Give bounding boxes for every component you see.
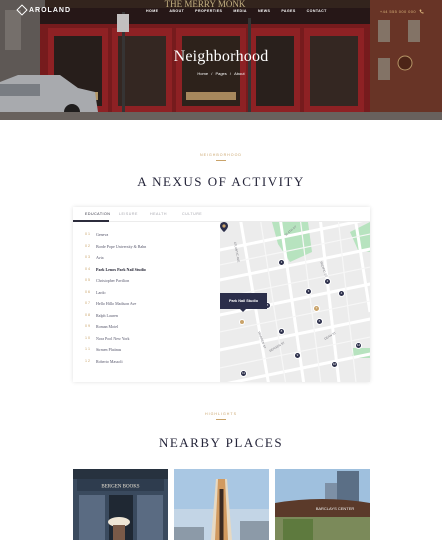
place-name: Borde Pope University & Bahn xyxy=(96,243,147,249)
site-logo[interactable]: AROLAND xyxy=(16,4,71,16)
place-name: Avia xyxy=(96,255,104,260)
map-pin[interactable]: 9 xyxy=(294,352,301,359)
place-number: 0 3 xyxy=(85,255,90,259)
breadcrumb-current: About xyxy=(234,71,245,76)
place-name: Nora Pool New York xyxy=(96,335,130,341)
place-name: Roman Motel xyxy=(96,324,119,329)
map-pin[interactable]: 8 xyxy=(278,328,285,335)
category-tabs: EDUCATION LEISURE HEALTH CULTURE xyxy=(73,207,370,222)
place-name: Hello Hillo Madison Ave xyxy=(96,301,137,306)
nearby-image: BERGEN BOOKS xyxy=(73,469,168,540)
place-name: Ralph Lauren xyxy=(96,312,118,318)
top-navigation: AROLAND HOME ABOUT PROPERTIES MEDIA NEWS… xyxy=(0,0,442,22)
breadcrumb: Home / Pages / About xyxy=(0,71,442,76)
place-number: 1 2 xyxy=(85,358,90,363)
eyebrow-divider xyxy=(216,419,226,420)
storefront-sign: BARCLAYS CENTER xyxy=(316,506,355,511)
place-number: 0 2 xyxy=(85,243,90,248)
place-name: Geneva xyxy=(96,232,109,237)
page-title: Neighborhood xyxy=(173,48,269,65)
neighborhood-title: A NEXUS OF ACTIVITY xyxy=(137,174,305,189)
place-name: Roberto Massoli xyxy=(96,358,123,364)
nav-item-contact[interactable]: CONTACT xyxy=(307,9,327,13)
breadcrumb-separator: / xyxy=(229,71,232,76)
breadcrumb-home[interactable]: Home xyxy=(197,71,208,76)
map-pin[interactable]: 12 xyxy=(355,342,362,349)
place-number: 0 4 xyxy=(85,266,90,271)
place-number: 0 6 xyxy=(85,289,90,294)
nearby-card-bookstore[interactable]: BERGEN BOOKS xyxy=(73,469,168,540)
tab-education[interactable]: EDUCATION xyxy=(85,212,110,216)
place-number: 0 1 xyxy=(85,232,90,236)
nav-item-pages[interactable]: PAGES xyxy=(281,9,295,13)
nearby-card-monument[interactable] xyxy=(174,469,269,540)
map-pin[interactable]: 10 xyxy=(331,361,338,368)
map-pin[interactable]: 11 xyxy=(240,370,247,377)
nav-item-properties[interactable]: PROPERTIES xyxy=(195,9,222,13)
place-name: Christopher Pavilion xyxy=(96,278,130,283)
nearby-title: NEARBY PLACES xyxy=(158,435,284,450)
place-number: 0 7 xyxy=(85,301,90,305)
phone-icon xyxy=(419,9,424,14)
map-pin[interactable]: 4 xyxy=(338,290,345,297)
nearby-card-arena[interactable]: BARCLAYS CENTER xyxy=(275,469,370,540)
map-pin-selected-icon[interactable] xyxy=(239,319,245,325)
place-number: 0 9 xyxy=(85,324,90,328)
logo-text: AROLAND xyxy=(29,6,71,14)
tab-health[interactable]: HEALTH xyxy=(150,212,167,216)
neighborhood-eyebrow: NEIGHBORHOOD xyxy=(200,153,242,157)
neighborhood-map[interactable]: ATLANTIC AVE W 4TH ST PACIFIC ST WARREN … xyxy=(220,222,370,382)
nav-item-media[interactable]: MEDIA xyxy=(233,9,247,13)
neighborhood-card: EDUCATION LEISURE HEALTH CULTURE 0 1 Gene… xyxy=(73,207,370,382)
eyebrow-divider xyxy=(216,160,226,161)
map-pin[interactable]: 3 xyxy=(305,288,312,295)
map-pin[interactable]: 2 xyxy=(324,278,331,285)
tab-leisure[interactable]: LEISURE xyxy=(119,212,138,216)
contact-label: +44 555 000 000 xyxy=(379,9,416,14)
map-pin[interactable]: 1 xyxy=(278,259,285,266)
breadcrumb-separator: / xyxy=(211,71,213,76)
place-number: 0 5 xyxy=(85,278,90,282)
place-number: 1 1 xyxy=(85,347,90,351)
contact-link[interactable]: +44 555 000 000 xyxy=(380,9,424,14)
nav-item-news[interactable]: NEWS xyxy=(258,9,270,13)
place-name: Sirmen Platinas xyxy=(96,347,122,352)
nearby-image: BARCLAYS CENTER xyxy=(275,469,370,540)
map-pin-highlight[interactable]: 7 xyxy=(313,305,320,312)
main-nav: HOME ABOUT PROPERTIES MEDIA NEWS PAGES C… xyxy=(146,9,327,13)
place-name: Park Lenox Park Nail Studio xyxy=(96,266,146,272)
nearby-eyebrow: HIGHLIGHTS xyxy=(205,412,237,416)
storefront-sign: BERGEN BOOKS xyxy=(101,485,139,490)
breadcrumb-pages[interactable]: Pages xyxy=(215,71,226,76)
hero-banner: THE MERRY MONK AROLAND HOME ABOUT PROPER… xyxy=(0,0,442,120)
nav-item-about[interactable]: ABOUT xyxy=(169,9,184,13)
map-pin[interactable]: 6 xyxy=(316,318,323,325)
map-marker-icon[interactable] xyxy=(220,222,228,232)
place-number: 0 8 xyxy=(85,312,90,317)
place-number: 1 0 xyxy=(85,335,90,340)
tab-culture[interactable]: CULTURE xyxy=(182,212,202,216)
map-popup: Park Nail Studio xyxy=(220,293,267,312)
logo-diamond-icon xyxy=(16,4,28,16)
active-tab-indicator xyxy=(73,220,109,222)
nearby-image xyxy=(174,469,269,540)
place-name: Lardo xyxy=(96,289,106,295)
nav-item-home[interactable]: HOME xyxy=(146,9,158,13)
